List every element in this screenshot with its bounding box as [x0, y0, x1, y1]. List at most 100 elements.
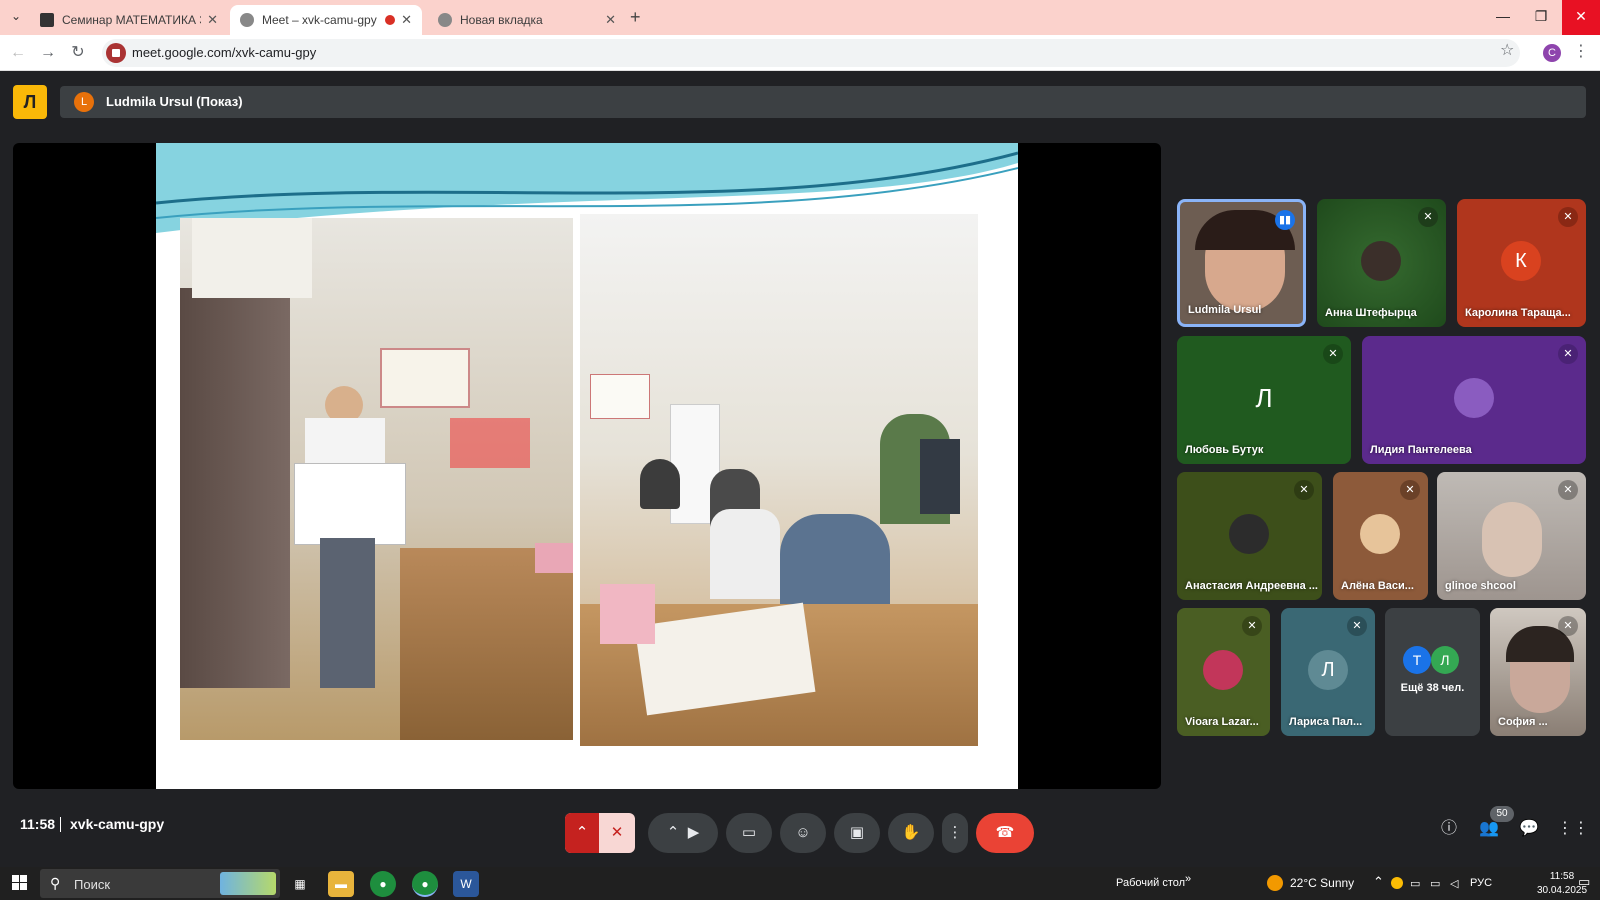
classroom-photo-right [580, 214, 978, 746]
participant-tile[interactable]: ✕ Анастасия Андреевна ... [1177, 472, 1322, 600]
minimize-button[interactable]: — [1484, 0, 1522, 35]
people-icon[interactable]: 👥 [1477, 817, 1501, 841]
close-icon[interactable]: ✕ [207, 12, 218, 28]
participant-tile[interactable]: ✕ Лидия Пантелеева [1362, 336, 1586, 464]
participant-avatar: Л [1308, 650, 1348, 690]
presenter-avatar: L [74, 92, 94, 112]
windows-taskbar: ⚲ Поиск ▦ ▬ ● ● W Рабочий стол » 22°C Su… [0, 867, 1600, 900]
close-icon[interactable]: ✕ [605, 12, 616, 28]
participant-tile[interactable]: ✕ Анна Штефырца [1317, 199, 1446, 327]
globe-icon [240, 13, 254, 27]
globe-icon [438, 13, 452, 27]
search-highlight-image [220, 872, 276, 895]
profile-avatar[interactable]: C [1543, 44, 1561, 62]
participant-avatar [1454, 378, 1494, 418]
participant-tile[interactable]: К ✕ Каролина Тараща... [1457, 199, 1586, 327]
speaking-icon: ▮▮ [1275, 210, 1295, 230]
leave-call-button[interactable]: ☎ [976, 813, 1034, 853]
presentation-stage [13, 143, 1161, 789]
notifications-icon[interactable]: ▭ [1578, 874, 1590, 890]
task-view-icon[interactable]: ▦ [287, 871, 313, 897]
mic-off-icon: ✕ [610, 824, 624, 841]
browser-toolbar: ← → ↻ meet.google.com/xvk-camu-gpy ☆ C ⋮ [0, 35, 1600, 71]
more-participants-tile[interactable]: Т Л Ещё 38 чел. [1385, 608, 1480, 736]
chevron-up-icon[interactable]: ⌃ [565, 813, 599, 853]
chevron-up-icon[interactable]: ⌃ [667, 824, 680, 841]
student-paper [294, 463, 406, 545]
volume-icon[interactable]: ◁ [1450, 877, 1458, 890]
participant-tile[interactable]: ✕ София ... [1490, 608, 1586, 736]
weather-label[interactable]: 22°C Sunny [1290, 876, 1354, 890]
participant-avatar: Т [1403, 646, 1431, 674]
word-icon[interactable]: W [453, 871, 479, 897]
participant-tile[interactable]: ✕ glinoe shcool [1437, 472, 1586, 600]
camera-icon: ▶ [687, 824, 700, 841]
meeting-time: 11:58 [20, 816, 56, 832]
participant-tile[interactable]: ✕ Vioara Lazar... [1177, 608, 1270, 736]
reload-button[interactable]: ↻ [66, 41, 90, 65]
participant-tile[interactable]: Л ✕ Любовь Бутук [1177, 336, 1351, 464]
present-screen-icon: ▣ [849, 824, 865, 841]
browser-menu-icon[interactable]: ⋮ [1573, 41, 1589, 61]
meeting-code: xvk-camu-gpy [70, 816, 165, 832]
hand-icon: ✋ [901, 824, 921, 841]
mic-off-icon: ✕ [1400, 480, 1420, 500]
tab-search-icon[interactable]: ⌄ [6, 9, 26, 27]
captions-icon: ▭ [741, 824, 757, 841]
info-icon[interactable]: ⓘ [1437, 817, 1461, 841]
back-button[interactable]: ← [6, 41, 30, 65]
language-indicator[interactable]: РУС [1470, 877, 1492, 889]
chalkboard [180, 288, 290, 688]
restore-button[interactable]: ❐ [1522, 0, 1560, 35]
pink-bag [600, 584, 655, 644]
new-tab-button[interactable]: + [630, 7, 641, 28]
presenter-label: Ludmila Ursul (Показ) [106, 94, 243, 109]
more-options-button[interactable]: ⋮ [942, 813, 968, 853]
mic-toggle-button[interactable]: ⌃ ✕ [565, 813, 635, 853]
chrome-icon[interactable]: ● [370, 871, 396, 897]
windows-start-icon[interactable] [12, 875, 28, 891]
chevron-up-icon[interactable]: ⌃ [1373, 874, 1384, 890]
meet-logo-icon: Л [13, 85, 47, 119]
mic-off-icon: ✕ [1323, 344, 1343, 364]
tray-app-icon[interactable] [1391, 877, 1403, 889]
mic-off-icon: ✕ [1418, 207, 1438, 227]
forward-button[interactable]: → [36, 41, 60, 65]
file-explorer-icon[interactable]: ▬ [328, 871, 354, 897]
wall-poster [380, 348, 470, 408]
address-bar[interactable]: meet.google.com/xvk-camu-gpy [102, 39, 1520, 67]
chrome-icon[interactable]: ● [412, 871, 438, 897]
participant-avatar [1203, 650, 1243, 690]
participant-tile[interactable]: Л ✕ Лариса Пал... [1281, 608, 1375, 736]
mic-off-icon: ✕ [1558, 480, 1578, 500]
desktop-label[interactable]: Рабочий стол [1116, 877, 1185, 889]
participant-avatar [1229, 514, 1269, 554]
close-window-button[interactable]: ✕ [1562, 0, 1600, 35]
divider [60, 817, 61, 832]
meet-tray-icon[interactable]: ▭ [1410, 877, 1420, 890]
present-button[interactable]: ▣ [834, 813, 880, 853]
raise-hand-button[interactable]: ✋ [888, 813, 934, 853]
bookmark-star-icon[interactable]: ☆ [1500, 40, 1514, 60]
camera-toggle-button[interactable]: ⌃ ▶ [648, 813, 718, 853]
browser-tab-strip: ⌄ Семинар МАТЕМАТИКА 30.04 ✕ Meet – xvk-… [0, 0, 1600, 35]
activities-icon[interactable]: ⋮⋮ [1557, 817, 1589, 841]
tab-meet[interactable]: Meet – xvk-camu-gpy ✕ [230, 5, 422, 35]
tab-new-tab[interactable]: Новая вкладка ✕ [428, 5, 626, 35]
captions-button[interactable]: ▭ [726, 813, 772, 853]
mic-off-icon: ✕ [1294, 480, 1314, 500]
tab-seminar[interactable]: Семинар МАТЕМАТИКА 30.04 ✕ [30, 5, 228, 35]
participant-avatar: Л [1431, 646, 1459, 674]
end-call-icon: ☎ [995, 824, 1015, 841]
smile-icon: ☺ [795, 824, 811, 841]
reactions-button[interactable]: ☺ [780, 813, 826, 853]
taskbar-search[interactable]: ⚲ Поиск [40, 869, 280, 898]
chevron-right-icon[interactable]: » [1185, 873, 1191, 885]
network-icon[interactable]: ▭ [1430, 877, 1440, 890]
participant-tile[interactable]: ▮▮ Ludmila Ursul [1177, 199, 1306, 327]
mic-off-icon: ✕ [1558, 344, 1578, 364]
search-icon: ⚲ [50, 875, 61, 891]
close-icon[interactable]: ✕ [401, 12, 412, 28]
chat-icon[interactable]: 💬 [1517, 817, 1541, 841]
participant-tile[interactable]: ✕ Алёна Васи... [1333, 472, 1428, 600]
